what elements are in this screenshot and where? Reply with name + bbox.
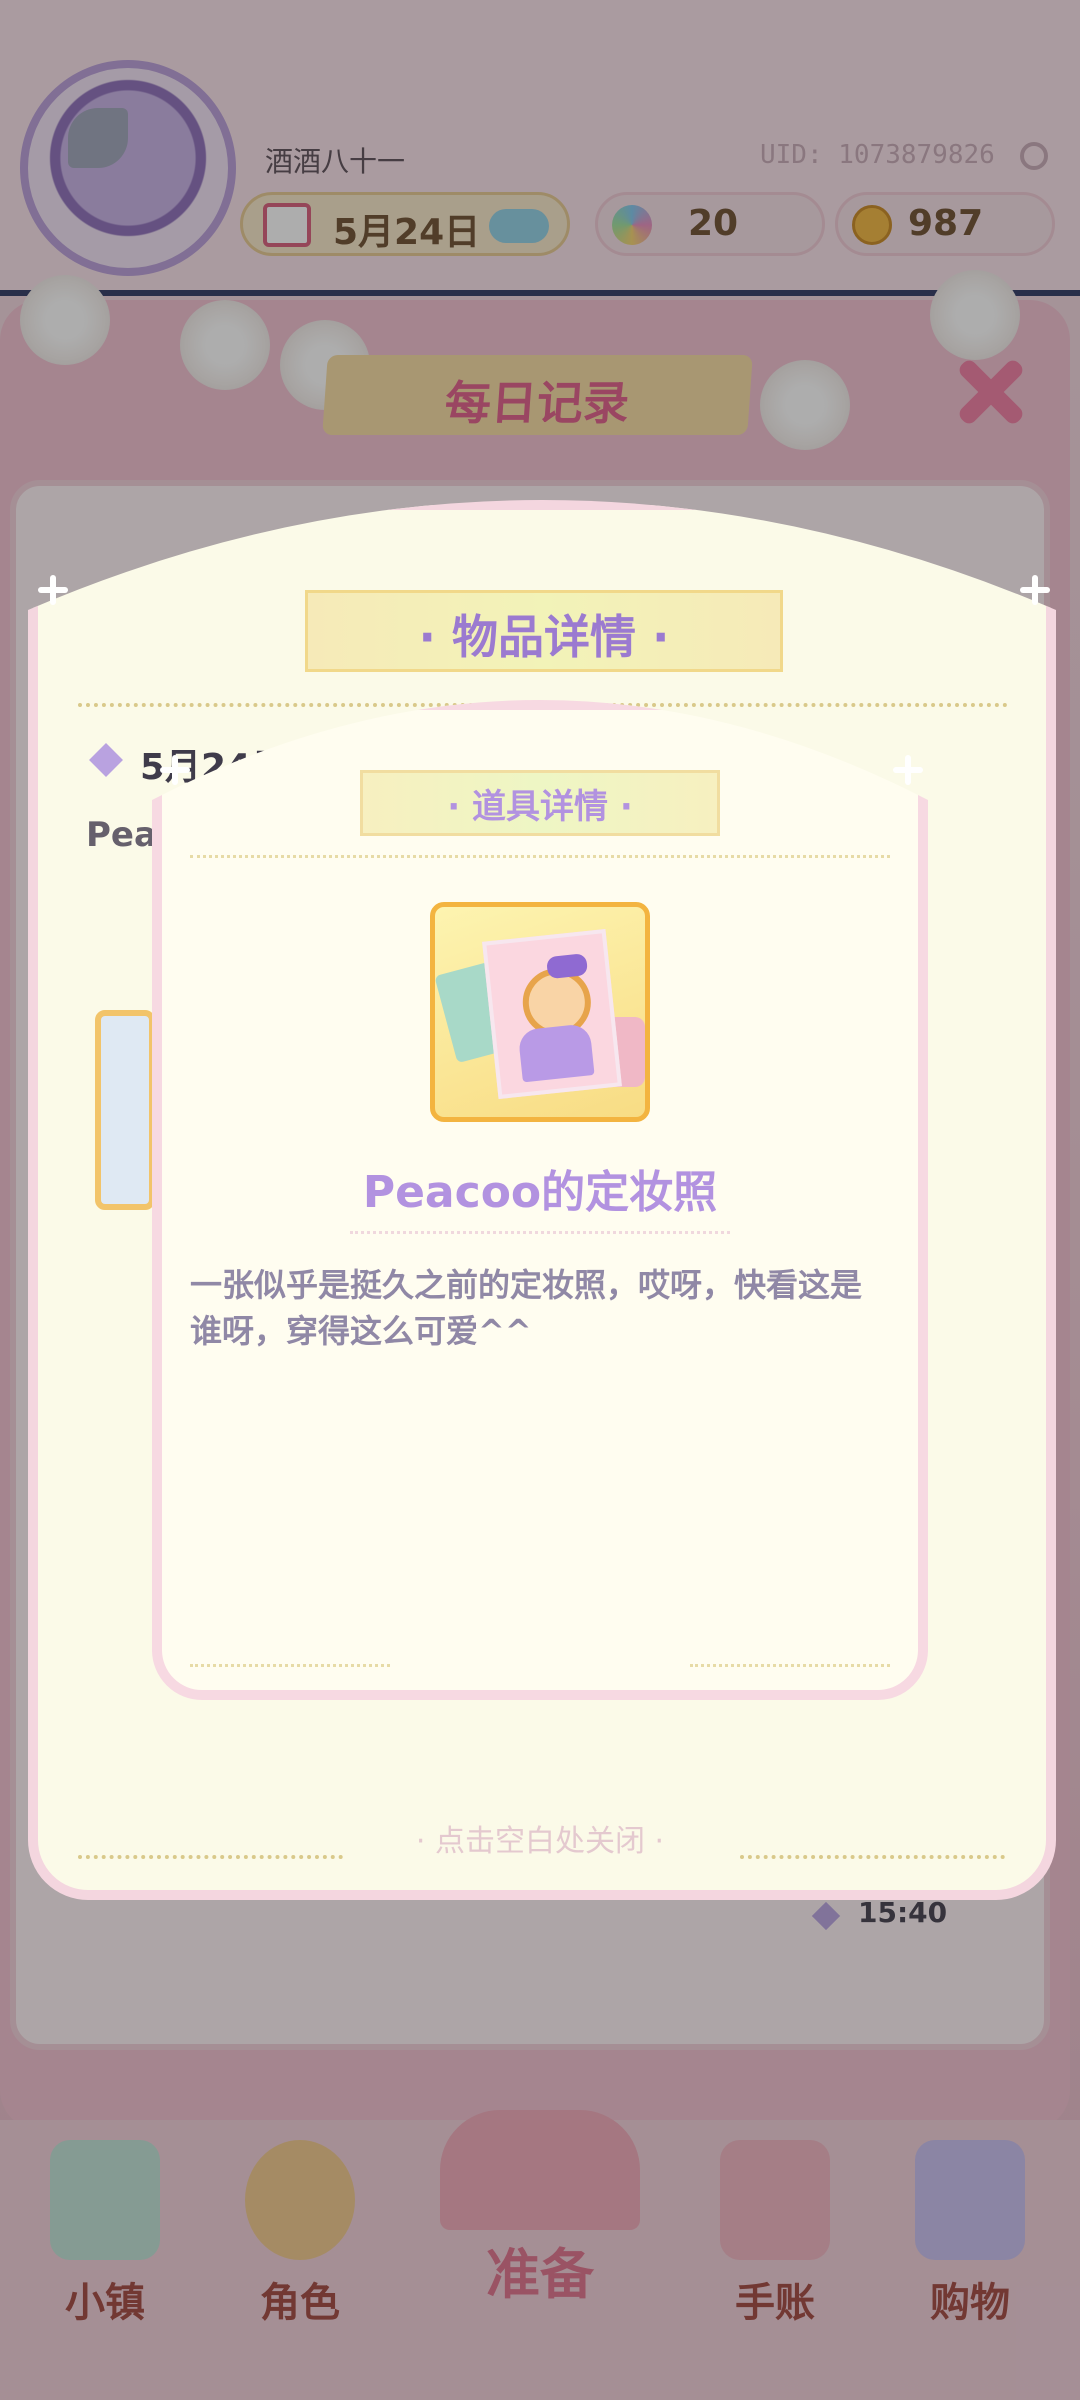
sparkle-icon [893,755,923,785]
sparkle-icon [160,755,190,785]
divider [350,1231,730,1234]
sparkle-icon [38,575,68,605]
prop-detail-title: · 道具详情 · [447,787,633,827]
character-body-icon [517,1023,595,1083]
photo-card-icon [430,902,650,1122]
sparkle-icon [1020,575,1050,605]
close-hint: · 点击空白处关闭 · [415,1824,665,1859]
prop-detail-title-banner: · 道具详情 · [360,770,720,836]
entry-item-thumbnail[interactable] [95,1010,155,1210]
item-description: 一张似乎是挺久之前的定妆照，哎呀，快看这是谁呀，穿得这么可爱^^ [190,1266,863,1350]
divider [190,1664,390,1667]
divider [190,855,890,858]
item-detail-title-banner: · 物品详情 · [305,590,783,672]
item-name: Peacoo的定妆照 [362,1167,718,1218]
divider [690,1664,890,1667]
item-detail-title: · 物品详情 · [418,610,670,664]
hat-icon [546,953,589,980]
portrait-photo-icon [482,928,622,1100]
